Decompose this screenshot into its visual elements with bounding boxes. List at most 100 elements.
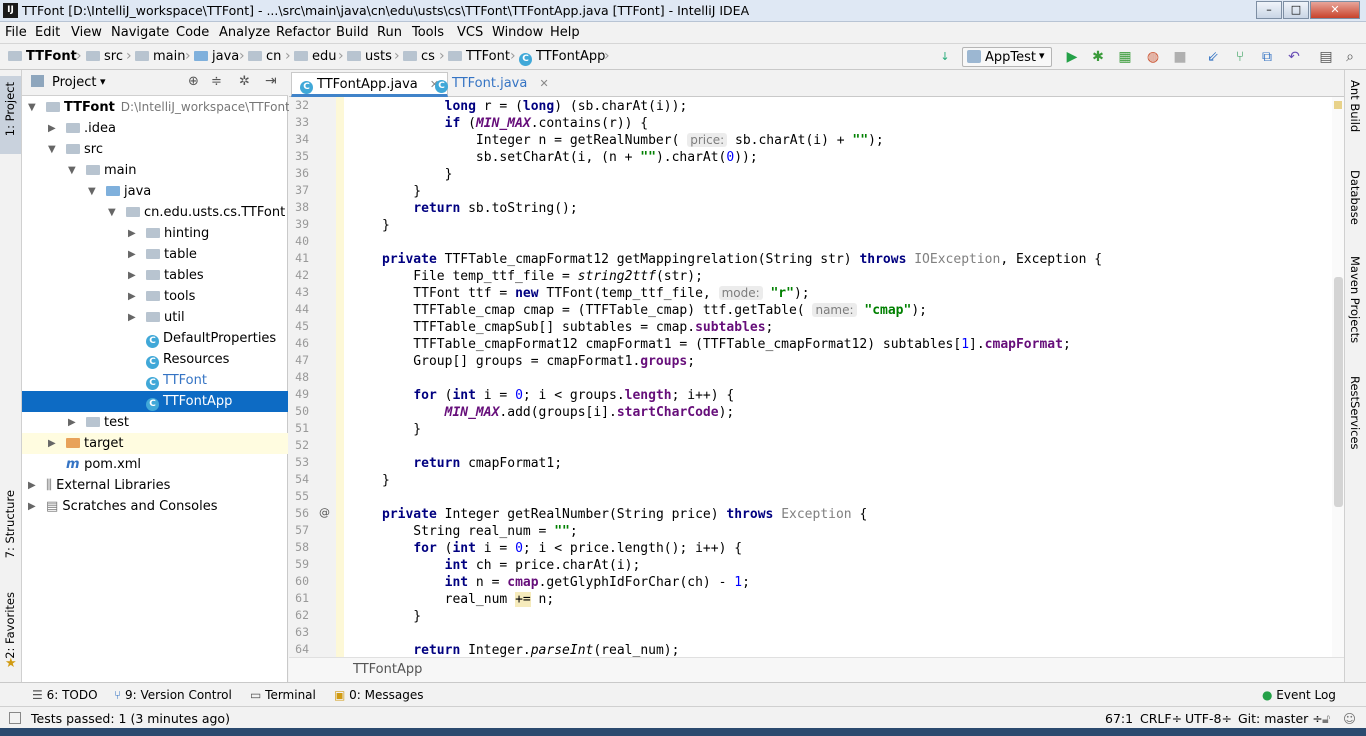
line-number[interactable]: 44 bbox=[289, 302, 309, 316]
code-line[interactable]: sb.setCharAt(i, (n + "").charAt(0)); bbox=[382, 149, 758, 166]
line-number[interactable]: 53 bbox=[289, 455, 309, 469]
line-number[interactable]: 39 bbox=[289, 217, 309, 231]
line-number[interactable]: 43 bbox=[289, 285, 309, 299]
code-view[interactable]: long r = (long) (sb.charAt(i)); if (MIN_… bbox=[344, 97, 1324, 657]
maven-projects-tool-tab[interactable]: Maven Projects bbox=[1348, 256, 1362, 343]
breadcrumb-cn[interactable]: cn bbox=[248, 49, 281, 64]
collapse-arrow-icon[interactable]: ▶ bbox=[48, 118, 56, 139]
line-number[interactable]: 56 bbox=[289, 506, 309, 520]
tree-item[interactable]: ▶ ▤ Scratches and Consoles bbox=[22, 496, 288, 517]
tree-item[interactable]: C TTFont bbox=[22, 370, 288, 391]
collapse-arrow-icon[interactable]: ▶ bbox=[128, 223, 136, 244]
line-number[interactable]: 32 bbox=[289, 98, 309, 112]
project-structure-icon[interactable]: ▤ bbox=[1318, 49, 1334, 65]
terminal-tool-tab[interactable]: ▭ Terminal bbox=[250, 688, 316, 702]
code-line[interactable]: private TTFTable_cmapFormat12 getMapping… bbox=[382, 251, 1102, 268]
ant-build-tool-tab[interactable]: Ant Build bbox=[1348, 80, 1362, 132]
todo-tool-tab[interactable]: ☰ 6: TODO bbox=[32, 688, 98, 702]
lock-icon[interactable]: 🔓︎ bbox=[1322, 711, 1330, 727]
project-view-select[interactable]: Project bbox=[52, 75, 96, 90]
menu-navigate[interactable]: Navigate bbox=[111, 25, 169, 40]
menu-view[interactable]: View bbox=[71, 25, 102, 40]
code-line[interactable]: int n = cmap.getGlyphIdForChar(ch) - 1; bbox=[382, 574, 750, 591]
collapse-arrow-icon[interactable]: ▶ bbox=[28, 475, 36, 496]
menu-tools[interactable]: Tools bbox=[412, 25, 444, 40]
debug-icon[interactable]: ✱ bbox=[1090, 49, 1106, 65]
git-branch[interactable]: Git: master ÷ bbox=[1238, 711, 1323, 726]
line-number[interactable]: 50 bbox=[289, 404, 309, 418]
code-line[interactable]: long r = (long) (sb.charAt(i)); bbox=[382, 98, 688, 115]
database-tool-tab[interactable]: Database bbox=[1348, 170, 1362, 225]
line-number[interactable]: 55 bbox=[289, 489, 309, 503]
collapse-arrow-icon[interactable]: ▶ bbox=[128, 286, 136, 307]
minimize-button[interactable]: – bbox=[1256, 1, 1282, 19]
line-number[interactable]: 37 bbox=[289, 183, 309, 197]
tree-item[interactable]: ▶ .idea bbox=[22, 118, 288, 139]
breadcrumb-main[interactable]: main bbox=[135, 49, 185, 64]
menu-run[interactable]: Run bbox=[377, 25, 402, 40]
code-line[interactable]: } bbox=[382, 183, 421, 200]
run-config-select[interactable]: AppTest ▾ bbox=[962, 47, 1052, 67]
vcs-commit-icon[interactable]: ⑂ bbox=[1232, 49, 1248, 65]
annotation-icon[interactable]: @ bbox=[319, 506, 330, 519]
breadcrumb-ttfontapp[interactable]: C TTFontApp bbox=[519, 49, 605, 66]
code-line[interactable]: return sb.toString(); bbox=[382, 200, 577, 217]
coverage-icon[interactable]: ▦ bbox=[1117, 49, 1133, 65]
breadcrumb-project[interactable]: TTFont bbox=[8, 49, 77, 64]
status-message[interactable]: Tests passed: 1 (3 minutes ago) bbox=[31, 711, 230, 726]
menu-build[interactable]: Build bbox=[336, 25, 369, 40]
expand-arrow-icon[interactable]: ▼ bbox=[68, 160, 76, 181]
menu-window[interactable]: Window bbox=[492, 25, 543, 40]
menu-help[interactable]: Help bbox=[550, 25, 580, 40]
code-line[interactable]: if (MIN_MAX.contains(r)) { bbox=[382, 115, 649, 132]
favorites-tool-tab[interactable]: 2: Favorites bbox=[3, 592, 17, 659]
caret-position[interactable]: 67:1 bbox=[1105, 711, 1133, 726]
collapse-all-icon[interactable]: ≑ bbox=[211, 74, 222, 89]
vcs-revert-icon[interactable]: ↶ bbox=[1286, 49, 1302, 65]
line-number[interactable]: 36 bbox=[289, 166, 309, 180]
tab-ttfontapp[interactable]: CTTFontApp.java ✕ bbox=[291, 72, 449, 97]
scroll-from-source-icon[interactable]: ⊕ bbox=[188, 74, 199, 89]
line-number[interactable]: 46 bbox=[289, 336, 309, 350]
rest-services-tool-tab[interactable]: RestServices bbox=[1348, 376, 1362, 450]
code-line[interactable]: } bbox=[382, 166, 453, 183]
collapse-arrow-icon[interactable]: ▶ bbox=[68, 412, 76, 433]
line-number[interactable]: 63 bbox=[289, 625, 309, 639]
breadcrumb-src[interactable]: src bbox=[86, 49, 123, 64]
menu-edit[interactable]: Edit bbox=[35, 25, 60, 40]
expand-arrow-icon[interactable]: ▼ bbox=[88, 181, 96, 202]
line-number[interactable]: 51 bbox=[289, 421, 309, 435]
tree-item[interactable]: m pom.xml bbox=[22, 454, 288, 475]
tree-item[interactable]: ▶ ⫼ External Libraries bbox=[22, 475, 288, 496]
search-everywhere-icon[interactable]: ⌕ bbox=[1342, 49, 1358, 65]
code-line[interactable]: Integer n = getRealNumber( price: sb.cha… bbox=[382, 132, 884, 149]
code-line[interactable]: } bbox=[382, 217, 390, 234]
hide-panel-icon[interactable]: ⇥ bbox=[265, 73, 277, 89]
breadcrumb-ttfont[interactable]: TTFont bbox=[448, 49, 510, 64]
menu-analyze[interactable]: Analyze bbox=[219, 25, 270, 40]
tree-item[interactable]: C TTFontApp bbox=[22, 391, 288, 412]
tree-item[interactable]: ▼ src bbox=[22, 139, 288, 160]
tree-item[interactable]: ▼ cn.edu.usts.cs.TTFont bbox=[22, 202, 288, 223]
line-number[interactable]: 34 bbox=[289, 132, 309, 146]
chevron-down-icon[interactable]: ▾ bbox=[100, 75, 106, 88]
scroll-thumb[interactable] bbox=[1334, 277, 1343, 507]
line-number[interactable]: 33 bbox=[289, 115, 309, 129]
line-number[interactable]: 62 bbox=[289, 608, 309, 622]
code-line[interactable]: TTFTable_cmapSub[] subtables = cmap.subt… bbox=[382, 319, 773, 336]
editor-scrollbar[interactable] bbox=[1332, 97, 1344, 657]
collapse-arrow-icon[interactable]: ▶ bbox=[128, 307, 136, 328]
line-number[interactable]: 35 bbox=[289, 149, 309, 163]
menu-vcs[interactable]: VCS bbox=[457, 25, 483, 40]
expand-arrow-icon[interactable]: ▼ bbox=[48, 139, 56, 160]
line-number[interactable]: 64 bbox=[289, 642, 309, 656]
tree-item[interactable]: ▶ target bbox=[22, 433, 288, 454]
code-line[interactable]: private Integer getRealNumber(String pri… bbox=[382, 506, 867, 523]
code-line[interactable]: for (int i = 0; i < price.length(); i++)… bbox=[382, 540, 742, 557]
code-line[interactable]: Group[] groups = cmapFormat1.groups; bbox=[382, 353, 695, 370]
breadcrumb-java[interactable]: java bbox=[194, 49, 239, 64]
menu-code[interactable]: Code bbox=[176, 25, 209, 40]
tree-item[interactable]: ▶ util bbox=[22, 307, 288, 328]
code-line[interactable]: String real_num = ""; bbox=[382, 523, 577, 540]
expand-arrow-icon[interactable]: ▼ bbox=[108, 202, 116, 223]
